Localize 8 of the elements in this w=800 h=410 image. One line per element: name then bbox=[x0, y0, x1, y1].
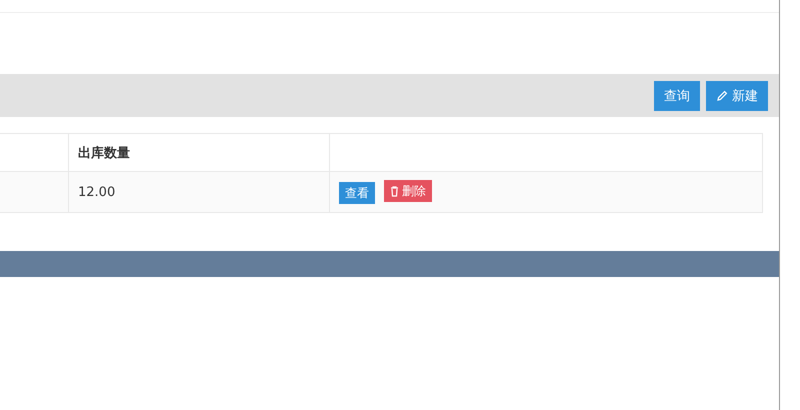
pencil-icon bbox=[716, 90, 728, 102]
toolbar-button[interactable]: 新建 bbox=[706, 80, 768, 110]
column-header: 出库数量 bbox=[68, 134, 330, 172]
table-cell: 12.00 bbox=[68, 172, 330, 212]
toolbar-button[interactable]: 查询 bbox=[654, 80, 700, 110]
row-action-button[interactable]: 删除 bbox=[384, 180, 432, 202]
trash-icon bbox=[390, 186, 399, 196]
row-action-button[interactable]: 查看 bbox=[339, 182, 375, 204]
